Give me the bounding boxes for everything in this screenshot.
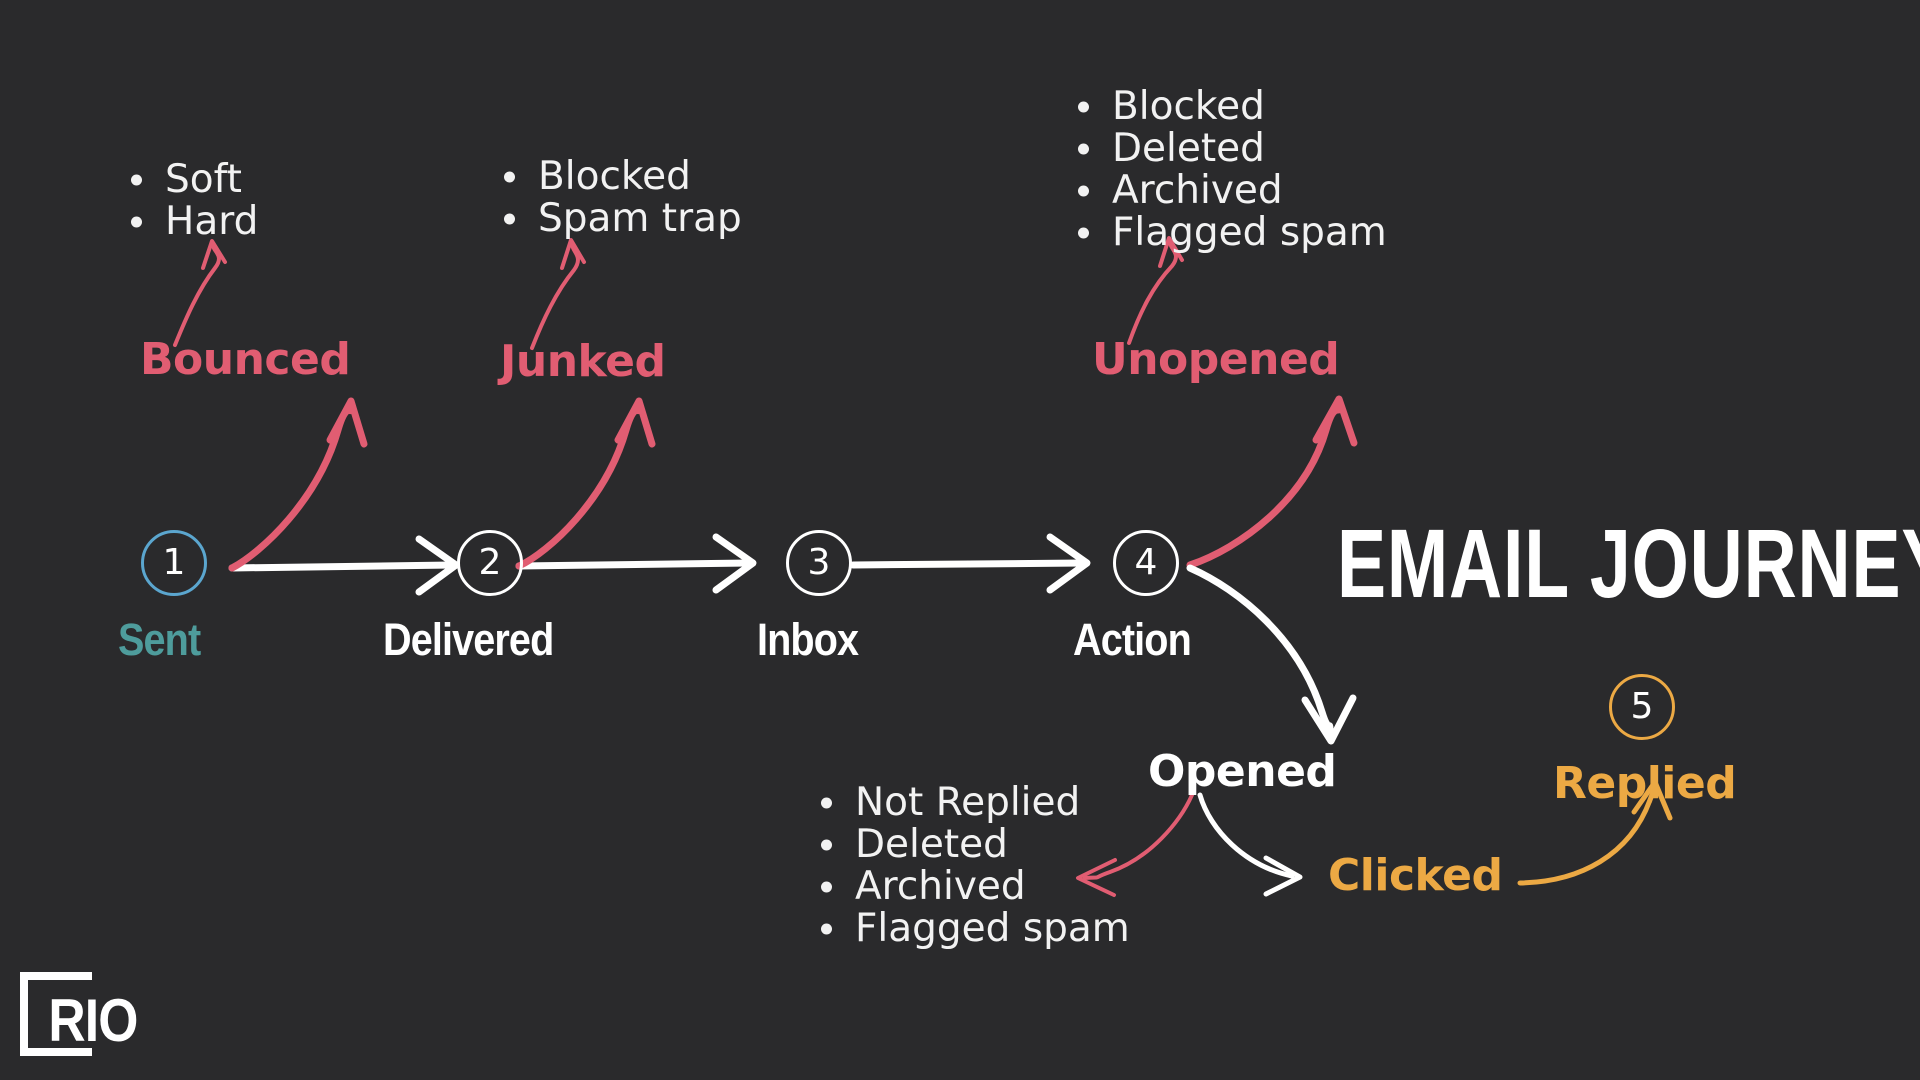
arrow-delivered-to-junked <box>515 397 656 570</box>
list-item: Deleted <box>815 825 1130 864</box>
arrow-bounced-to-list <box>173 239 227 347</box>
node-number: 2 <box>478 542 502 583</box>
arrow-sent-to-bounced <box>228 397 368 572</box>
opened-bullet-list: Not Replied Deleted Archived Flagged spa… <box>815 783 1130 951</box>
main-flow-arrows <box>228 533 1091 596</box>
rio-logo: RIO <box>20 972 138 1056</box>
node-number: 1 <box>162 542 186 583</box>
page-title: EMAIL JOURNEY <box>1337 509 1920 619</box>
list-item: Flagged spam <box>1072 213 1387 252</box>
list-item: Blocked <box>498 157 742 196</box>
branch-label-unopened: Unopened <box>1092 334 1340 385</box>
list-item: Not Replied <box>815 783 1130 822</box>
branch-label-junked: Junked <box>500 336 666 387</box>
node-circle-5: 5 <box>1609 674 1675 740</box>
logo-text: RIO <box>48 986 137 1054</box>
stage-label-inbox: Inbox <box>757 614 859 665</box>
arrow-junked-to-list <box>530 238 586 350</box>
node-circle-1: 1 <box>141 530 207 596</box>
list-item: Hard <box>125 202 258 241</box>
node-number: 3 <box>807 542 831 583</box>
node-number: 5 <box>1630 686 1654 727</box>
list-item: Spam trap <box>498 199 742 238</box>
branch-label-clicked: Clicked <box>1328 850 1503 901</box>
unopened-bullet-list: Blocked Deleted Archived Flagged spam <box>1072 87 1387 255</box>
list-item: Soft <box>125 160 258 199</box>
branch-label-bounced: Bounced <box>140 334 351 385</box>
node-number: 4 <box>1134 542 1158 583</box>
list-item: Deleted <box>1072 129 1387 168</box>
branch-label-opened: Opened <box>1148 746 1337 797</box>
node-circle-3: 3 <box>786 530 852 596</box>
arrow-opened-to-clicked <box>1197 792 1303 897</box>
bounced-bullet-list: Soft Hard <box>125 160 258 244</box>
node-circle-2: 2 <box>457 530 523 596</box>
node-circle-4: 4 <box>1113 530 1179 596</box>
branch-label-replied: Replied <box>1553 758 1737 809</box>
stage-label-sent: Sent <box>118 614 201 665</box>
junked-bullet-list: Blocked Spam trap <box>498 157 742 241</box>
list-item: Flagged spam <box>815 909 1130 948</box>
arrow-action-to-opened <box>1186 564 1357 745</box>
arrow-action-to-unopened <box>1186 395 1358 569</box>
list-item: Archived <box>815 867 1130 906</box>
list-item: Archived <box>1072 171 1387 210</box>
stage-label-action: Action <box>1073 614 1192 665</box>
list-item: Blocked <box>1072 87 1387 126</box>
stage-label-delivered: Delivered <box>383 614 554 665</box>
email-journey-diagram: Soft Hard Blocked Spam trap Blocked Dele… <box>0 0 1920 1080</box>
